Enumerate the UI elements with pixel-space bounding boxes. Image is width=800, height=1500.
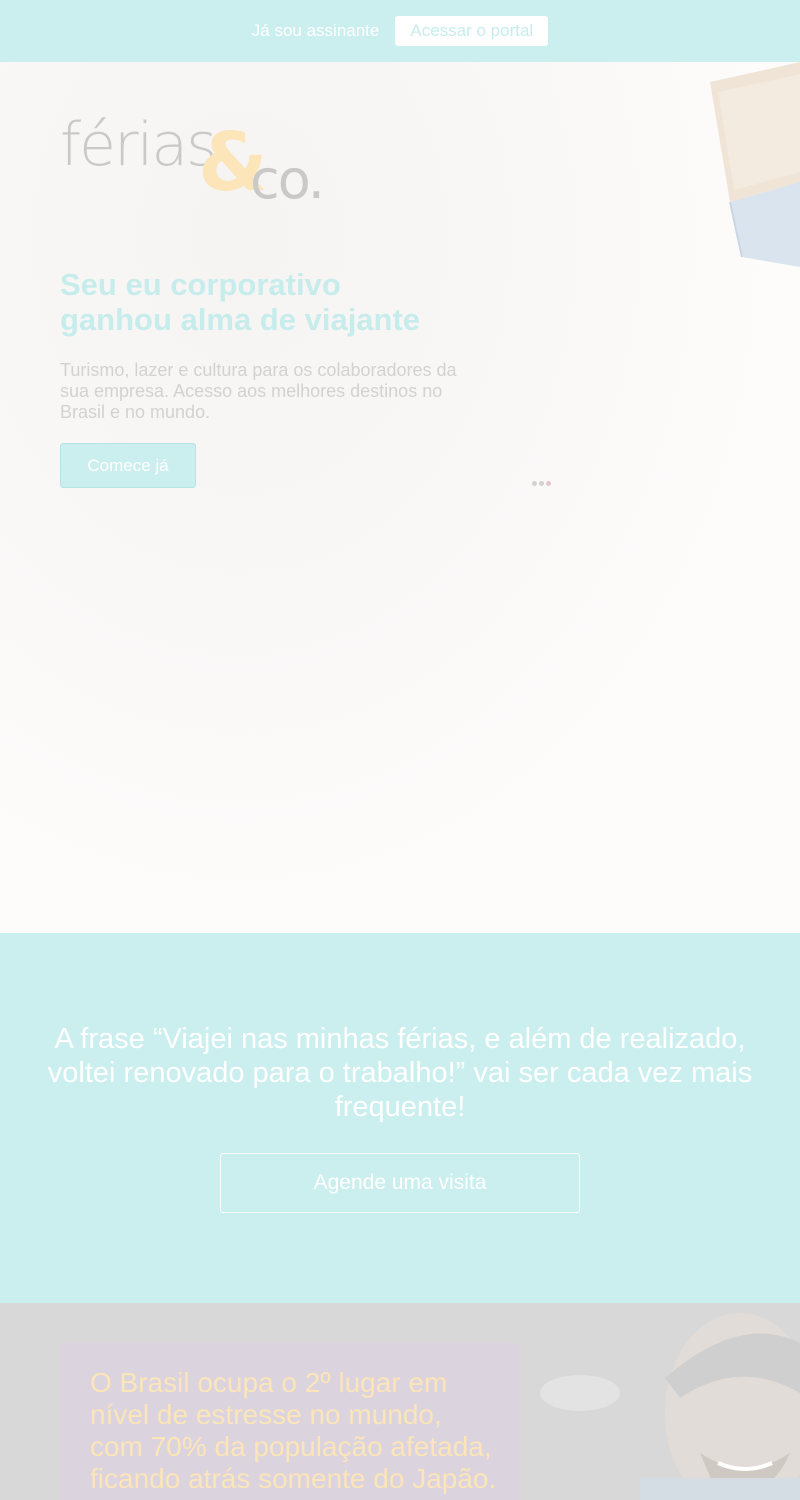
schedule-visit-button[interactable]: Agende uma visita [220, 1153, 580, 1213]
slider-dot[interactable] [532, 481, 537, 486]
beach-chair-image [710, 62, 800, 267]
headline-line-1: Seu eu corporativo [60, 267, 341, 302]
hero-subtext: Turismo, lazer e cultura para os colabor… [60, 360, 457, 422]
start-now-button[interactable]: Comece já [60, 443, 196, 488]
ferias-and-co-logo[interactable]: férias & co. [60, 110, 330, 211]
headline-line-2: ganhou alma de viajante [60, 302, 421, 337]
slider-dot-active[interactable] [546, 481, 551, 486]
hero-headline: Seu eu corporativo ganhou alma de viajan… [60, 267, 480, 337]
stress-section: O Brasil ocupa o 2º lugar em nível de es… [0, 1303, 800, 1500]
logo-co: co. [250, 148, 325, 211]
logo-word: férias [60, 110, 217, 180]
slider-dots [532, 481, 551, 486]
hero-section: férias & co. Seu eu corporativo ganhou a… [0, 62, 800, 933]
access-portal-button[interactable]: Acessar o portal [395, 16, 549, 46]
top-bar: Já sou assinante Acessar o portal [0, 0, 800, 62]
quote-text: A frase “Viajei nas minhas férias, e alé… [47, 1023, 753, 1123]
slider-dot[interactable] [539, 481, 544, 486]
subscriber-text: Já sou assinante [251, 21, 380, 40]
quote-section: A frase “Viajei nas minhas férias, e alé… [0, 933, 800, 1303]
stress-statistic-text: O Brasil ocupa o 2º lugar em nível de es… [90, 1367, 497, 1494]
